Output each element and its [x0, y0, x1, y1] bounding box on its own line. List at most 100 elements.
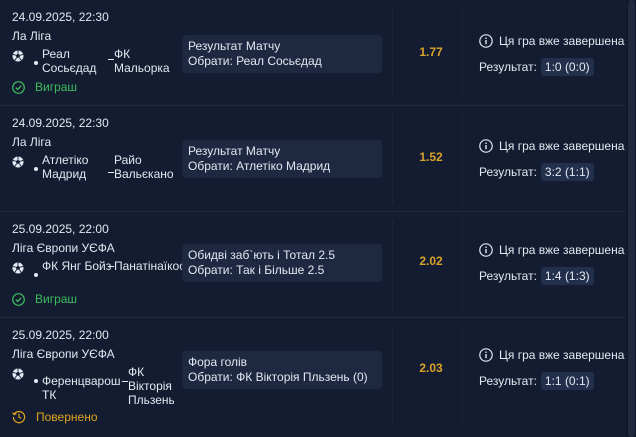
result-info: Ця гра вже завершена Результат: 1:0 (0:0… [479, 34, 629, 76]
column-divider [462, 326, 463, 426]
column-divider [462, 114, 463, 204]
column-divider [462, 8, 463, 98]
selection-box: Результат Матчу Обрати: Реал Сосьєдад [182, 35, 382, 73]
result-label: Результат: [479, 165, 537, 179]
away-team: Райо Вальєкано [114, 153, 174, 181]
pick-name: Обрати: Атлетіко Мадрид [188, 159, 331, 173]
bet-row: 24.09.2025, 22:30 Ла Ліга Реал Сосьєдад … [0, 0, 626, 106]
teams: Реал Сосьєдад ФК Мальорка [12, 46, 177, 82]
column-divider [392, 114, 393, 204]
result-line: Результат: 3:2 (1:1) [479, 163, 629, 181]
result-label: Результат: [479, 60, 537, 74]
score-badge: 1:1 (0:1) [540, 372, 594, 390]
check-circle-icon [12, 80, 25, 94]
column-divider [392, 8, 393, 98]
result-info: Ця гра вже завершена Результат: 3:2 (1:1… [479, 139, 629, 181]
game-finished-notice: Ця гра вже завершена [479, 139, 629, 153]
odds-value: 1.77 [419, 45, 443, 59]
soccer-ball-icon [12, 50, 24, 62]
teams: Атлетіко Мадрид Райо Вальєкано [12, 152, 177, 188]
team-dot [34, 379, 38, 383]
status-label: Повернено [36, 410, 98, 424]
event-info: 24.09.2025, 22:30 Ла Ліга Реал Сосьєдад … [12, 10, 177, 100]
event-info: 25.09.2025, 22:00 Ліга Європи УЄФА Ферен… [12, 328, 177, 433]
home-team: Атлетіко Мадрид [42, 153, 89, 181]
bet-row: 25.09.2025, 22:00 Ліга Європи УЄФА Ферен… [0, 318, 626, 437]
game-finished-notice: Ця гра вже завершена [479, 348, 629, 362]
game-finished-notice: Ця гра вже завершена [479, 243, 629, 257]
event-date: 25.09.2025, 22:00 [12, 222, 109, 236]
odds-value: 2.03 [419, 361, 443, 375]
scrollbar-thumb[interactable] [628, 0, 635, 437]
info-circle-icon [479, 139, 493, 153]
odds-value: 2.02 [419, 254, 443, 268]
league-name: Ла Ліга [12, 29, 52, 43]
result-info: Ця гра вже завершена Результат: 1:4 (1:3… [479, 243, 629, 285]
score-badge: 1:0 (0:0) [540, 58, 594, 76]
info-circle-icon [479, 34, 493, 48]
home-team: ФК Янг Бойз [42, 259, 112, 273]
teams: ФК Янг Бойз Панатінаїкос [12, 258, 182, 294]
selection-box: Результат Матчу Обрати: Атлетіко Мадрид [182, 140, 382, 178]
clock-return-icon [12, 410, 26, 424]
selection-box: Фора голів Обрати: ФК Вікторія Пльзень (… [182, 351, 382, 389]
team-dot [34, 273, 38, 277]
bet-status: Виграш [12, 80, 77, 94]
pick-name: Обрати: ФК Вікторія Пльзень (0) [188, 370, 368, 384]
bet-row: 24.09.2025, 22:30 Ла Ліга Атлетіко Мадри… [0, 106, 626, 212]
result-label: Результат: [479, 374, 537, 388]
away-team: ФК Мальорка [114, 47, 170, 75]
soccer-ball-icon [12, 368, 24, 380]
result-line: Результат: 1:1 (0:1) [479, 372, 629, 390]
event-info: 24.09.2025, 22:30 Ла Ліга Атлетіко Мадри… [12, 116, 177, 206]
finished-label: Ця гра вже завершена [499, 139, 625, 153]
event-info: 25.09.2025, 22:00 Ліга Європи УЄФА ФК Ян… [12, 222, 182, 312]
scrollbar[interactable] [627, 0, 636, 437]
teams: Ференцварош ТК ФК Вікторія Пльзень [12, 364, 177, 412]
finished-label: Ця гра вже завершена [499, 348, 625, 362]
market-name: Обидві заб`ють і Тотал 2.5 [188, 248, 336, 262]
league-name: Ліга Європи УЄФА [12, 241, 115, 255]
pick-name: Обрати: Реал Сосьєдад [188, 54, 322, 68]
info-circle-icon [479, 243, 493, 257]
event-date: 24.09.2025, 22:30 [12, 10, 109, 24]
event-date: 25.09.2025, 22:00 [12, 328, 109, 342]
market-name: Фора голів [188, 355, 248, 369]
result-line: Результат: 1:0 (0:0) [479, 58, 629, 76]
selection-box: Обидві заб`ють і Тотал 2.5 Обрати: Так і… [182, 244, 382, 282]
team-dot [34, 61, 38, 65]
finished-label: Ця гра вже завершена [499, 34, 625, 48]
finished-label: Ця гра вже завершена [499, 243, 625, 257]
away-team: ФК Вікторія Пльзень [128, 365, 174, 407]
game-finished-notice: Ця гра вже завершена [479, 34, 629, 48]
status-label: Виграш [35, 80, 78, 94]
pick-name: Обрати: Так і Більше 2.5 [188, 263, 325, 277]
column-divider [392, 220, 393, 310]
odds-value: 1.52 [419, 150, 443, 164]
team-dot [34, 167, 38, 171]
market-name: Результат Матчу [188, 39, 281, 53]
soccer-ball-icon [12, 262, 24, 274]
bet-status: Повернено [12, 410, 98, 424]
home-team: Реал Сосьєдад [42, 47, 97, 75]
league-name: Ла Ліга [12, 135, 52, 149]
soccer-ball-icon [12, 156, 24, 168]
info-circle-icon [479, 348, 493, 362]
result-label: Результат: [479, 269, 537, 283]
bet-row: 25.09.2025, 22:00 Ліга Європи УЄФА ФК Ян… [0, 212, 626, 318]
league-name: Ліга Європи УЄФА [12, 347, 115, 361]
home-team: Ференцварош ТК [42, 374, 121, 402]
status-label: Виграш [35, 292, 78, 306]
column-divider [462, 220, 463, 310]
away-team: Панатінаїкос [114, 259, 182, 273]
score-badge: 1:4 (1:3) [540, 267, 594, 285]
bet-status: Виграш [12, 292, 77, 306]
result-line: Результат: 1:4 (1:3) [479, 267, 629, 285]
event-date: 24.09.2025, 22:30 [12, 116, 109, 130]
check-circle-icon [12, 292, 25, 306]
market-name: Результат Матчу [188, 144, 281, 158]
result-info: Ця гра вже завершена Результат: 1:1 (0:1… [479, 348, 629, 390]
score-badge: 3:2 (1:1) [540, 163, 594, 181]
bet-history-list: 24.09.2025, 22:30 Ла Ліга Реал Сосьєдад … [0, 0, 626, 437]
column-divider [392, 326, 393, 426]
